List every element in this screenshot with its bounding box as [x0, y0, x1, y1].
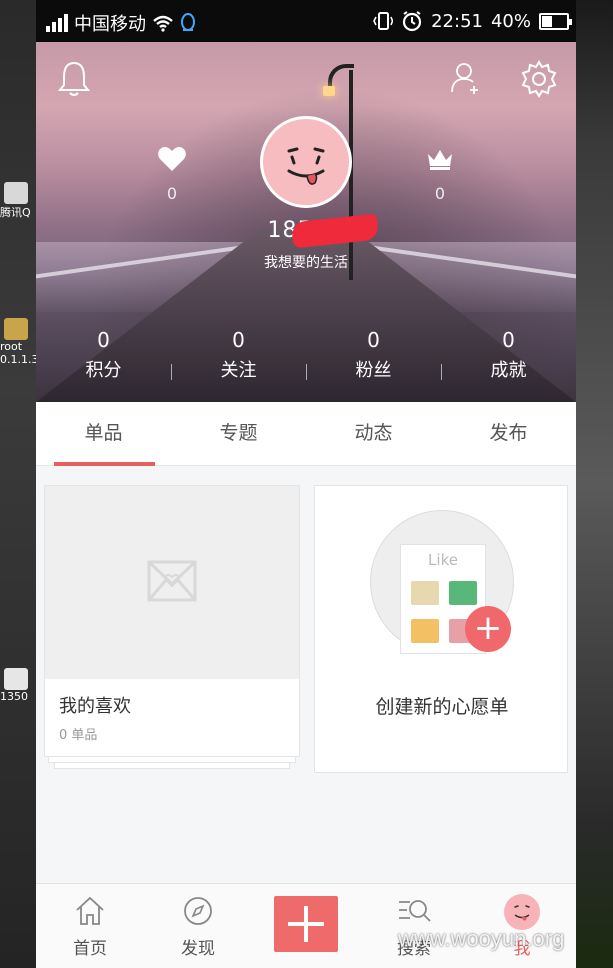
wifi-icon [153, 15, 173, 32]
search-icon [399, 900, 431, 922]
stat-value: 0 [97, 328, 110, 352]
nav-label: 首页 [73, 939, 107, 959]
stat-following[interactable]: 0 关注 [171, 328, 306, 388]
clock-time: 22:51 [431, 10, 483, 32]
tongue-face-icon [287, 147, 325, 185]
stat-label: 关注 [220, 360, 257, 381]
desktop-item-qq[interactable]: 腾讯Q [0, 182, 36, 220]
envelope-heart-icon [147, 560, 197, 602]
desktop-item-file[interactable]: 1350 [0, 668, 36, 703]
stat-achievements[interactable]: 0 成就 [441, 328, 576, 388]
stat-label: 积分 [85, 360, 122, 381]
like-label: Like [428, 551, 458, 569]
qq-app-icon [4, 182, 28, 204]
stat-value: 0 [367, 328, 380, 352]
battery-level-fill [542, 15, 553, 27]
watermark: www.wooyun.org [398, 926, 565, 951]
thumb-image [449, 581, 477, 605]
alarm-icon [403, 11, 422, 32]
add-friend-icon[interactable] [450, 60, 482, 100]
phone-screen: 中国移动 22:51 40% 0 0 我想要的生活 0 积分 0 关注 0 粉丝… [36, 0, 576, 968]
content-tabs: 单品 专题 动态 发布 [36, 402, 576, 466]
nav-discover[interactable]: 发现 [144, 884, 252, 968]
banner-lamp-light [323, 86, 335, 96]
wishlist-grid: 我的喜欢 0 单品 Like + 创建新的心愿单 [36, 467, 576, 883]
stat-label: 成就 [490, 360, 527, 381]
status-bar: 中国移动 22:51 40% [36, 0, 576, 42]
crown-stat[interactable]: 0 [424, 146, 456, 203]
favorites-title: 我的喜欢 [59, 696, 131, 717]
stat-value: 0 [502, 328, 515, 352]
favorites-count: 0 单品 [59, 728, 98, 743]
battery-icon [539, 12, 572, 30]
folder-icon [4, 318, 28, 340]
create-wishlist-card[interactable]: Like + 创建新的心愿单 [314, 485, 568, 773]
desktop-item-root[interactable]: root 0.1.1.3 [0, 318, 36, 366]
avatar-icon [504, 894, 540, 930]
stat-label: 粉丝 [355, 360, 392, 381]
stat-points[interactable]: 0 积分 [36, 328, 171, 388]
settings-gear-icon[interactable] [520, 60, 558, 102]
stat-followers[interactable]: 0 粉丝 [306, 328, 441, 388]
likes-stat[interactable]: 0 [156, 146, 188, 203]
desktop-item-sublabel: 0.1.1.3 [0, 353, 36, 366]
vibrate-icon [373, 12, 394, 30]
thumb-image [411, 619, 439, 643]
nav-label: 发现 [181, 939, 215, 959]
stat-value: 0 [232, 328, 245, 352]
favorites-cover [45, 486, 299, 679]
file-icon [4, 668, 28, 690]
slogan: 我想要的生活 [264, 255, 348, 271]
crown-count: 0 [434, 184, 446, 203]
likes-count: 0 [166, 184, 178, 203]
tab-products[interactable]: 单品 [36, 402, 171, 466]
notification-bell-icon[interactable] [56, 60, 92, 102]
tab-publish[interactable]: 发布 [441, 402, 576, 465]
desktop-background-left: 腾讯Q root 0.1.1.3 1350 [0, 0, 36, 968]
tab-topics[interactable]: 专题 [171, 402, 306, 465]
desktop-background-right [576, 0, 613, 968]
desktop-item-label: root [0, 340, 23, 353]
qq-penguin-icon [181, 13, 195, 31]
profile-header: 0 0 185* * 我想要的生活 0 [36, 42, 576, 402]
favorites-card[interactable]: 我的喜欢 0 单品 [44, 485, 300, 757]
home-icon [76, 896, 104, 925]
card-stack-shadow [48, 757, 296, 763]
desktop-item-label: 1350 [0, 690, 28, 703]
compass-icon [184, 897, 212, 925]
profile-stats: 0 积分 0 关注 0 粉丝 0 成就 [36, 328, 576, 388]
carrier-label: 中国移动 [74, 14, 146, 35]
create-wishlist-title: 创建新的心愿单 [375, 696, 509, 718]
heart-icon [158, 147, 186, 171]
desktop-item-label: 腾讯Q [0, 206, 31, 219]
add-wishlist-plus-icon[interactable]: + [465, 606, 511, 652]
card-stack-shadow [54, 763, 290, 769]
avatar[interactable] [260, 116, 352, 208]
plus-icon [274, 896, 338, 952]
nav-add[interactable] [252, 884, 360, 968]
thumb-image [411, 581, 439, 605]
nav-home[interactable]: 首页 [36, 884, 144, 968]
crown-icon [428, 150, 452, 170]
battery-percent: 40% [490, 10, 531, 32]
tab-activity[interactable]: 动态 [306, 402, 441, 465]
signal-icon [46, 14, 68, 32]
